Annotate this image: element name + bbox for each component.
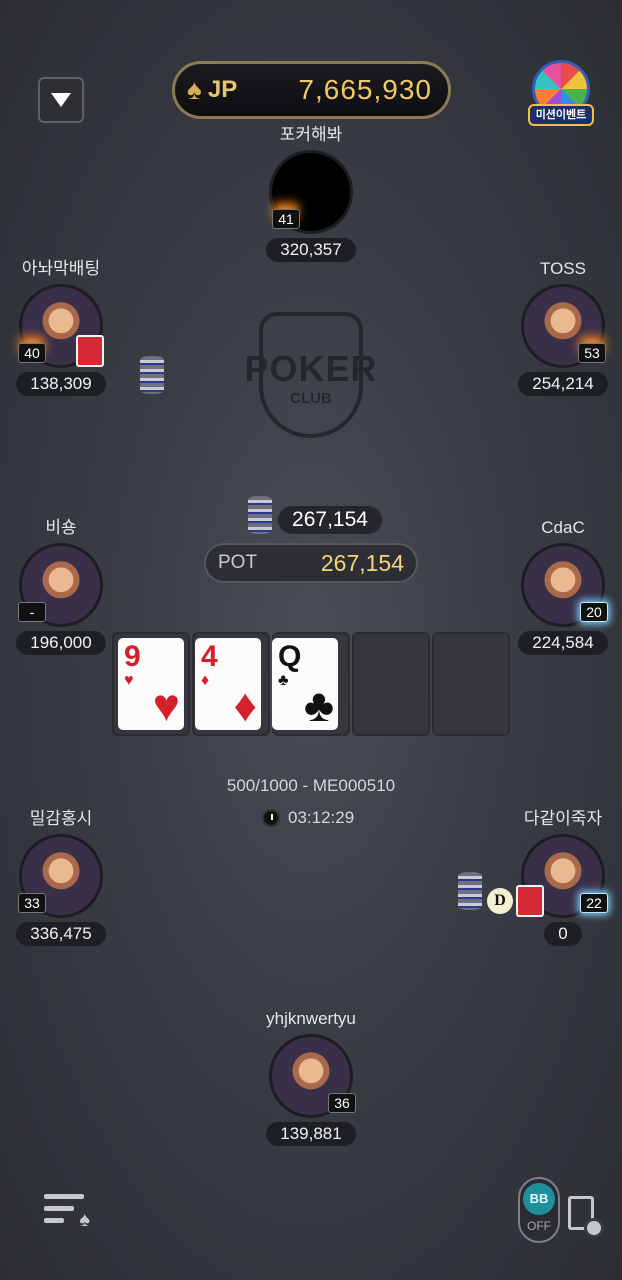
chip-count: 320,357 xyxy=(266,238,356,262)
player-seat-lower-right[interactable]: 다같이죽자 22 0 xyxy=(508,808,618,946)
avatar: 40 xyxy=(18,284,104,368)
player-name: 다같이죽자 xyxy=(523,809,603,828)
alarm-clock-icon xyxy=(262,809,280,827)
logo-sub-text: CLUB xyxy=(290,389,332,407)
jackpot-display: ♠ JP 7,665,930 xyxy=(172,61,451,119)
avatar: 41 xyxy=(269,150,353,234)
jackpot-label: JP xyxy=(207,76,238,103)
player-name: 밀감홍시 xyxy=(29,809,93,828)
card-slot xyxy=(352,632,430,736)
list-icon xyxy=(44,1194,84,1199)
card-rank: 9 xyxy=(124,640,141,673)
logo-main-text: POKER xyxy=(244,347,378,389)
hole-cards-icon xyxy=(516,885,544,917)
poker-club-logo: POKER CLUB xyxy=(240,312,382,442)
card-rank: 4 xyxy=(201,640,218,673)
card-slot xyxy=(432,632,510,736)
board-card-2: 4 ♦ ♦ xyxy=(195,638,261,730)
hand-history-button[interactable] xyxy=(568,1196,604,1238)
chip-count: 336,475 xyxy=(16,922,106,946)
caret-down-icon xyxy=(51,93,71,107)
player-seat-mid-left[interactable]: 비숑 - 196,000 xyxy=(6,517,116,655)
level-badge: 36 xyxy=(328,1093,356,1113)
clock-icon xyxy=(584,1218,604,1238)
player-seat-lower-left[interactable]: 밀감홍시 33 336,475 xyxy=(6,808,116,946)
bb-toggle-knob: BB xyxy=(523,1183,555,1215)
current-bet: 267,154 xyxy=(278,506,382,534)
list-icon-line xyxy=(44,1206,74,1211)
mission-event-label: 미션이벤트 xyxy=(528,104,594,126)
avatar: 20 xyxy=(521,543,608,627)
heart-icon: ♥ xyxy=(152,679,180,731)
bb-display-toggle[interactable]: BB OFF xyxy=(518,1177,560,1243)
pot-display: POT 267,154 xyxy=(204,543,418,583)
list-icon-line xyxy=(44,1218,64,1223)
mission-event-button[interactable]: 미션이벤트 xyxy=(528,60,594,130)
level-badge: 33 xyxy=(18,893,46,913)
diamond-icon: ♦ xyxy=(233,679,257,731)
player-name: CdaC xyxy=(541,518,585,537)
player-name: 아놔막배팅 xyxy=(21,259,101,278)
pot-value: 267,154 xyxy=(320,549,404,576)
club-icon: ♣ xyxy=(303,679,334,731)
player-name: TOSS xyxy=(540,259,586,278)
hole-cards-icon xyxy=(76,335,104,367)
card-rank: Q xyxy=(278,640,302,673)
board-card-3: Q ♣ ♣ xyxy=(272,638,338,730)
chip-count: 0 xyxy=(544,922,582,946)
spade-icon: ♠ xyxy=(79,1209,90,1231)
card-suit-small: ♥ xyxy=(124,672,134,689)
player-seat-self[interactable]: yhjknwertyu 36 139,881 xyxy=(256,1008,366,1146)
chip-count: 139,881 xyxy=(266,1122,356,1146)
chip-count: 138,309 xyxy=(16,372,106,396)
community-cards: 9 ♥ ♥ 4 ♦ ♦ Q ♣ ♣ xyxy=(112,632,512,736)
blinds-info: 500/1000 - ME000510 xyxy=(226,776,396,795)
hand-rankings-button[interactable]: ♠ xyxy=(44,1192,92,1232)
board-card-1: 9 ♥ ♥ xyxy=(118,638,184,730)
avatar: - xyxy=(18,543,103,627)
level-badge: 22 xyxy=(580,893,608,913)
avatar: 22 xyxy=(516,834,608,918)
chip-count: 224,584 xyxy=(518,631,608,655)
avatar: 53 xyxy=(521,284,606,368)
pot-chips-icon xyxy=(248,496,272,534)
player-seat-top[interactable]: 포커해봐 41 320,357 xyxy=(256,124,366,262)
level-badge: 41 xyxy=(272,209,300,229)
shield-icon: POKER CLUB xyxy=(244,312,377,438)
player-seat-upper-left[interactable]: 아놔막배팅 40 138,309 xyxy=(6,258,116,396)
player-name: 비숑 xyxy=(45,518,77,537)
level-badge: 40 xyxy=(18,343,46,363)
player-seat-mid-right[interactable]: CdaC 20 224,584 xyxy=(508,517,618,655)
player-seat-upper-right[interactable]: TOSS 53 254,214 xyxy=(508,258,618,396)
pot-label: POT xyxy=(218,552,258,573)
avatar: 36 xyxy=(269,1034,356,1118)
dealer-button: D xyxy=(487,888,513,914)
level-badge: 20 xyxy=(580,602,608,622)
chip-count: 196,000 xyxy=(16,631,106,655)
level-badge: - xyxy=(18,602,46,622)
card-suit-small: ♣ xyxy=(278,672,289,689)
timer-value: 03:12:29 xyxy=(288,808,355,827)
dropdown-menu-button[interactable] xyxy=(38,77,84,123)
game-timer: 03:12:29 xyxy=(262,808,382,828)
level-badge: 53 xyxy=(578,343,606,363)
bet-chips-icon xyxy=(140,356,164,394)
player-name: 포커해봐 xyxy=(279,125,343,144)
player-name: yhjknwertyu xyxy=(266,1009,356,1028)
avatar: 33 xyxy=(18,834,103,918)
bet-chips-icon xyxy=(458,872,482,910)
card-suit-small: ♦ xyxy=(201,672,210,689)
jackpot-value: 7,665,930 xyxy=(298,74,432,105)
spade-icon: ♠ xyxy=(187,74,202,105)
bb-toggle-state: OFF xyxy=(527,1219,551,1233)
chip-count: 254,214 xyxy=(518,372,608,396)
